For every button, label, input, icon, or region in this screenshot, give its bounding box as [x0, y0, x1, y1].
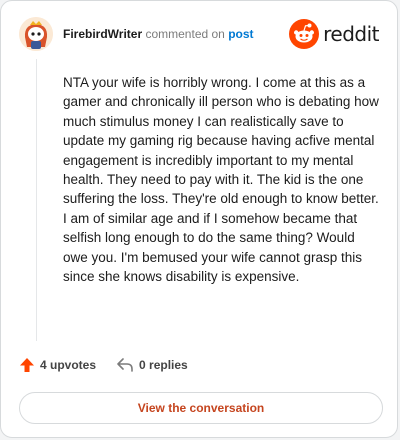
author-name[interactable]: FirebirdWriter — [63, 27, 142, 41]
post-link[interactable]: post — [228, 27, 253, 41]
comment-body: NTA your wife is horribly wrong. I come … — [63, 75, 379, 285]
view-conversation-label: View the conversation — [137, 401, 265, 415]
avatar[interactable] — [19, 17, 53, 51]
comment-meta: FirebirdWriter commented on post — [63, 27, 254, 41]
view-conversation-button[interactable]: View the conversation — [19, 392, 383, 424]
reply-count: 0 replies — [139, 358, 188, 372]
upvote-stat[interactable]: 4 upvotes — [19, 357, 96, 373]
comment-actions: 4 upvotes 0 replies — [19, 357, 188, 373]
reddit-wordmark: reddit — [323, 22, 379, 46]
action-text: commented on — [145, 27, 225, 41]
embedded-comment-card: FirebirdWriter commented on post reddit … — [0, 0, 398, 438]
upvote-arrow-icon[interactable] — [19, 357, 35, 373]
thread-line — [36, 59, 37, 341]
comment-header: FirebirdWriter commented on post reddit — [19, 17, 379, 53]
reddit-brand[interactable]: reddit — [289, 19, 379, 49]
snoo-avatar-icon — [19, 17, 53, 51]
reply-stat[interactable]: 0 replies — [116, 357, 188, 373]
reply-arrow-icon[interactable] — [116, 357, 134, 373]
upvote-count: 4 upvotes — [40, 358, 97, 372]
reddit-logo-icon — [289, 19, 320, 49]
